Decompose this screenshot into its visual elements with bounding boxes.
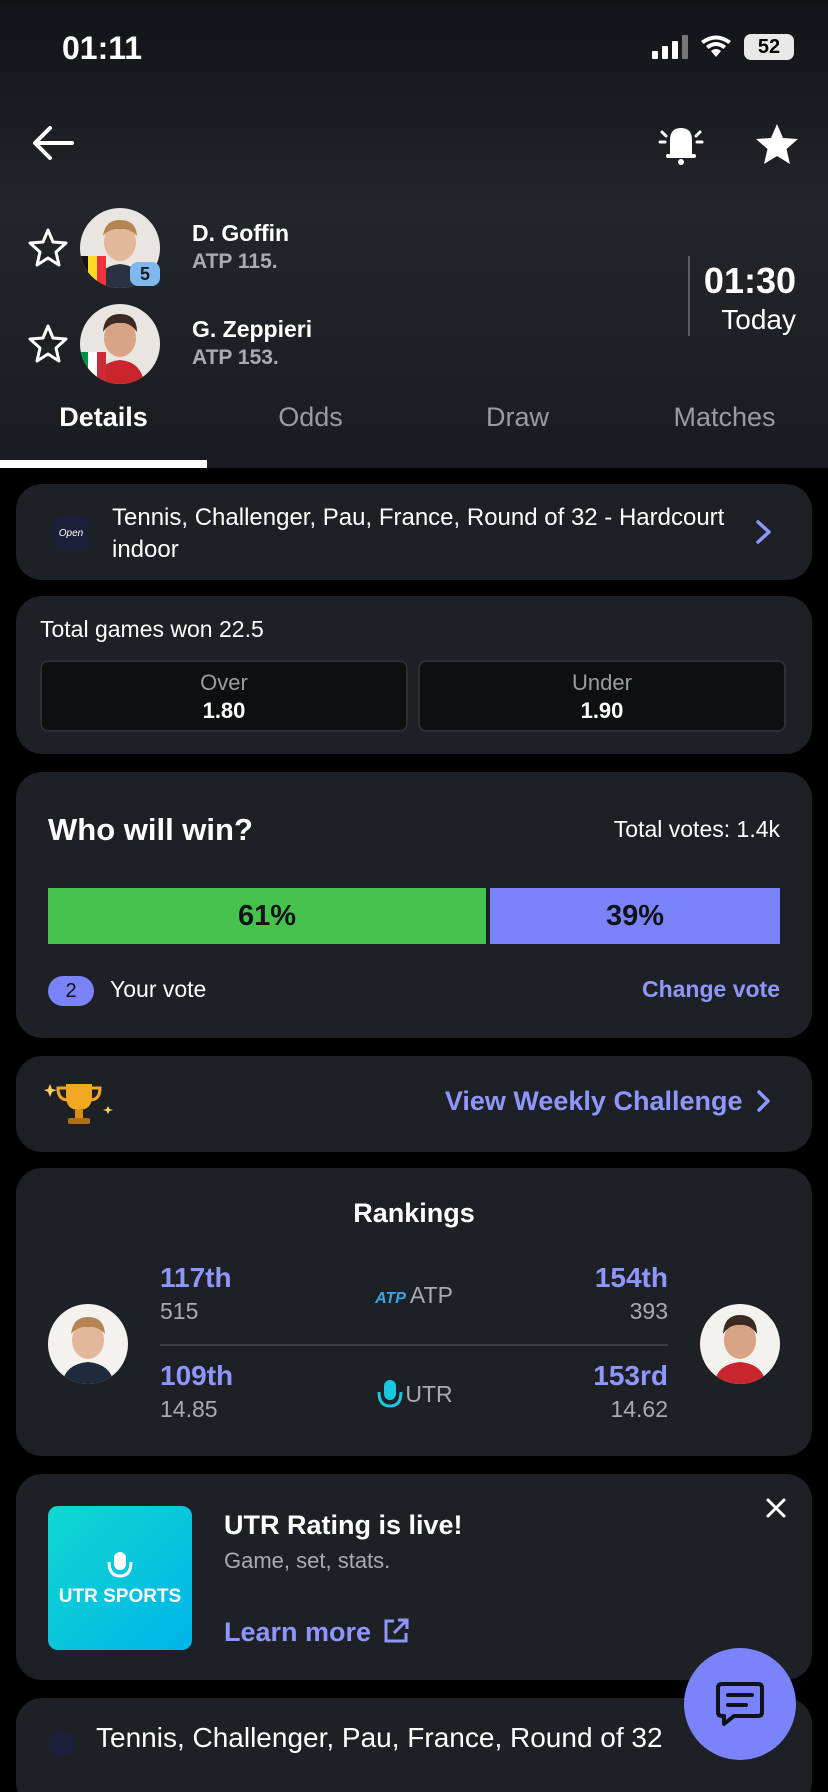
- match-header: 01:11 52 D. Goffin ATP 115. 5 G. Zeppier…: [0, 0, 828, 468]
- tab-bar: Details Odds Draw Matches: [0, 396, 828, 468]
- player-2-atp-points: 393: [629, 1298, 668, 1324]
- player-2-utr-rank: 153rd: [593, 1360, 668, 1391]
- tab-odds[interactable]: Odds: [207, 396, 414, 468]
- signal-icon: [652, 35, 688, 59]
- player-2-atp-rank: 154th: [594, 1262, 668, 1293]
- odds-value: 1.80: [202, 698, 246, 723]
- back-arrow-icon[interactable]: [28, 118, 78, 168]
- player-name: G. Zeppieri: [192, 316, 313, 342]
- trophy-icon: [44, 1084, 113, 1124]
- chevron-right-icon: [756, 520, 771, 544]
- wifi-icon: [701, 35, 731, 57]
- player-row-2[interactable]: G. Zeppieri ATP 153.: [0, 302, 600, 392]
- star-outline-icon[interactable]: [26, 226, 70, 270]
- promo-subtitle: Game, set, stats.: [224, 1548, 391, 1573]
- tournament-name: Tennis, Challenger, Pau, France, Round o…: [112, 504, 725, 563]
- player-row-1[interactable]: D. Goffin ATP 115.: [0, 206, 600, 296]
- star-outline-icon[interactable]: [26, 322, 70, 366]
- challenge-link-text: View Weekly Challenge: [444, 1086, 743, 1116]
- player-2-utr-rating: 14.62: [610, 1396, 668, 1422]
- over-odds-button[interactable]: Over 1.80: [40, 660, 408, 732]
- odds-market-title: Total games won 22.5: [40, 616, 264, 642]
- tournament-section-title: Tennis, Challenger, Pau, France, Round o…: [96, 1722, 663, 1753]
- player-rank: ATP 115.: [192, 250, 278, 273]
- divider: [688, 256, 690, 336]
- tab-matches[interactable]: Matches: [621, 396, 828, 468]
- learn-more-link[interactable]: Learn more: [224, 1616, 411, 1648]
- tournament-logo: Open: [54, 516, 88, 550]
- rankings-title: Rankings: [353, 1198, 475, 1228]
- vote-bar-player-2[interactable]: 39%: [490, 888, 780, 944]
- player-1-avatar[interactable]: [48, 1304, 128, 1384]
- who-will-win-card: Who will win? Total votes: 1.4k 61% 39% …: [16, 772, 812, 1038]
- favorite-star-icon[interactable]: [752, 120, 802, 170]
- vote-total: Total votes: 1.4k: [613, 816, 780, 842]
- chat-icon: [716, 1682, 764, 1726]
- learn-more-text: Learn more: [224, 1617, 372, 1647]
- promo-title: UTR Rating is live!: [224, 1510, 463, 1540]
- odds-label: Over: [200, 670, 248, 695]
- chat-button[interactable]: [684, 1648, 796, 1760]
- seed-badge: 5: [130, 262, 160, 286]
- vote-bar-player-1[interactable]: 61%: [48, 888, 486, 944]
- odds-label: Under: [572, 670, 632, 695]
- utr-sports-banner[interactable]: UTR SPORTS: [48, 1506, 192, 1650]
- player-rank: ATP 153.: [192, 346, 279, 369]
- status-time: 01:11: [62, 30, 143, 66]
- your-vote-label: Your vote: [110, 976, 207, 1002]
- vote-title: Who will win?: [48, 812, 253, 847]
- tab-details[interactable]: Details: [0, 396, 207, 468]
- match-start-time: 01:30: [703, 260, 796, 301]
- player-avatar: [80, 304, 160, 384]
- view-weekly-challenge-link[interactable]: View Weekly Challenge: [445, 1086, 774, 1117]
- utr-ranking-label: UTR: [16, 1378, 812, 1410]
- battery-indicator: 52: [744, 34, 794, 60]
- ranking-system-label: UTR: [405, 1381, 453, 1407]
- under-odds-button[interactable]: Under 1.90: [418, 660, 786, 732]
- odds-card: Total games won 22.5 Over 1.80 Under 1.9…: [16, 596, 812, 754]
- utr-logo-icon: [377, 1380, 403, 1408]
- divider: [160, 1344, 668, 1346]
- active-tab-indicator: [0, 460, 207, 468]
- odds-value: 1.90: [580, 698, 624, 723]
- atp-ranking-label: ATP ATP: [16, 1282, 812, 1309]
- change-vote-button[interactable]: Change vote: [642, 976, 780, 1003]
- atp-logo-icon: ATP: [375, 1290, 406, 1307]
- chevron-right-icon: [757, 1090, 770, 1112]
- player-2-avatar[interactable]: [700, 1304, 780, 1384]
- ranking-system-label: ATP: [409, 1282, 453, 1308]
- rankings-card: Rankings 117th 515 ATP ATP 154th 393 109t…: [16, 1168, 812, 1456]
- external-link-icon: [384, 1618, 409, 1643]
- player-name: D. Goffin: [192, 220, 290, 246]
- close-icon[interactable]: [760, 1492, 792, 1524]
- tournament-card[interactable]: Open Tennis, Challenger, Pau, France, Ro…: [16, 484, 812, 580]
- tournament-logo: [50, 1732, 74, 1756]
- status-icons: 52: [652, 34, 794, 60]
- weekly-challenge-card[interactable]: View Weekly Challenge: [16, 1056, 812, 1152]
- alarm-bell-icon[interactable]: [656, 118, 706, 168]
- match-day: Today: [721, 304, 796, 335]
- banner-text: UTR SPORTS: [58, 1586, 182, 1607]
- your-vote-badge: 2: [48, 976, 94, 1006]
- utr-logo-icon: [107, 1552, 133, 1578]
- tab-draw[interactable]: Draw: [414, 396, 621, 468]
